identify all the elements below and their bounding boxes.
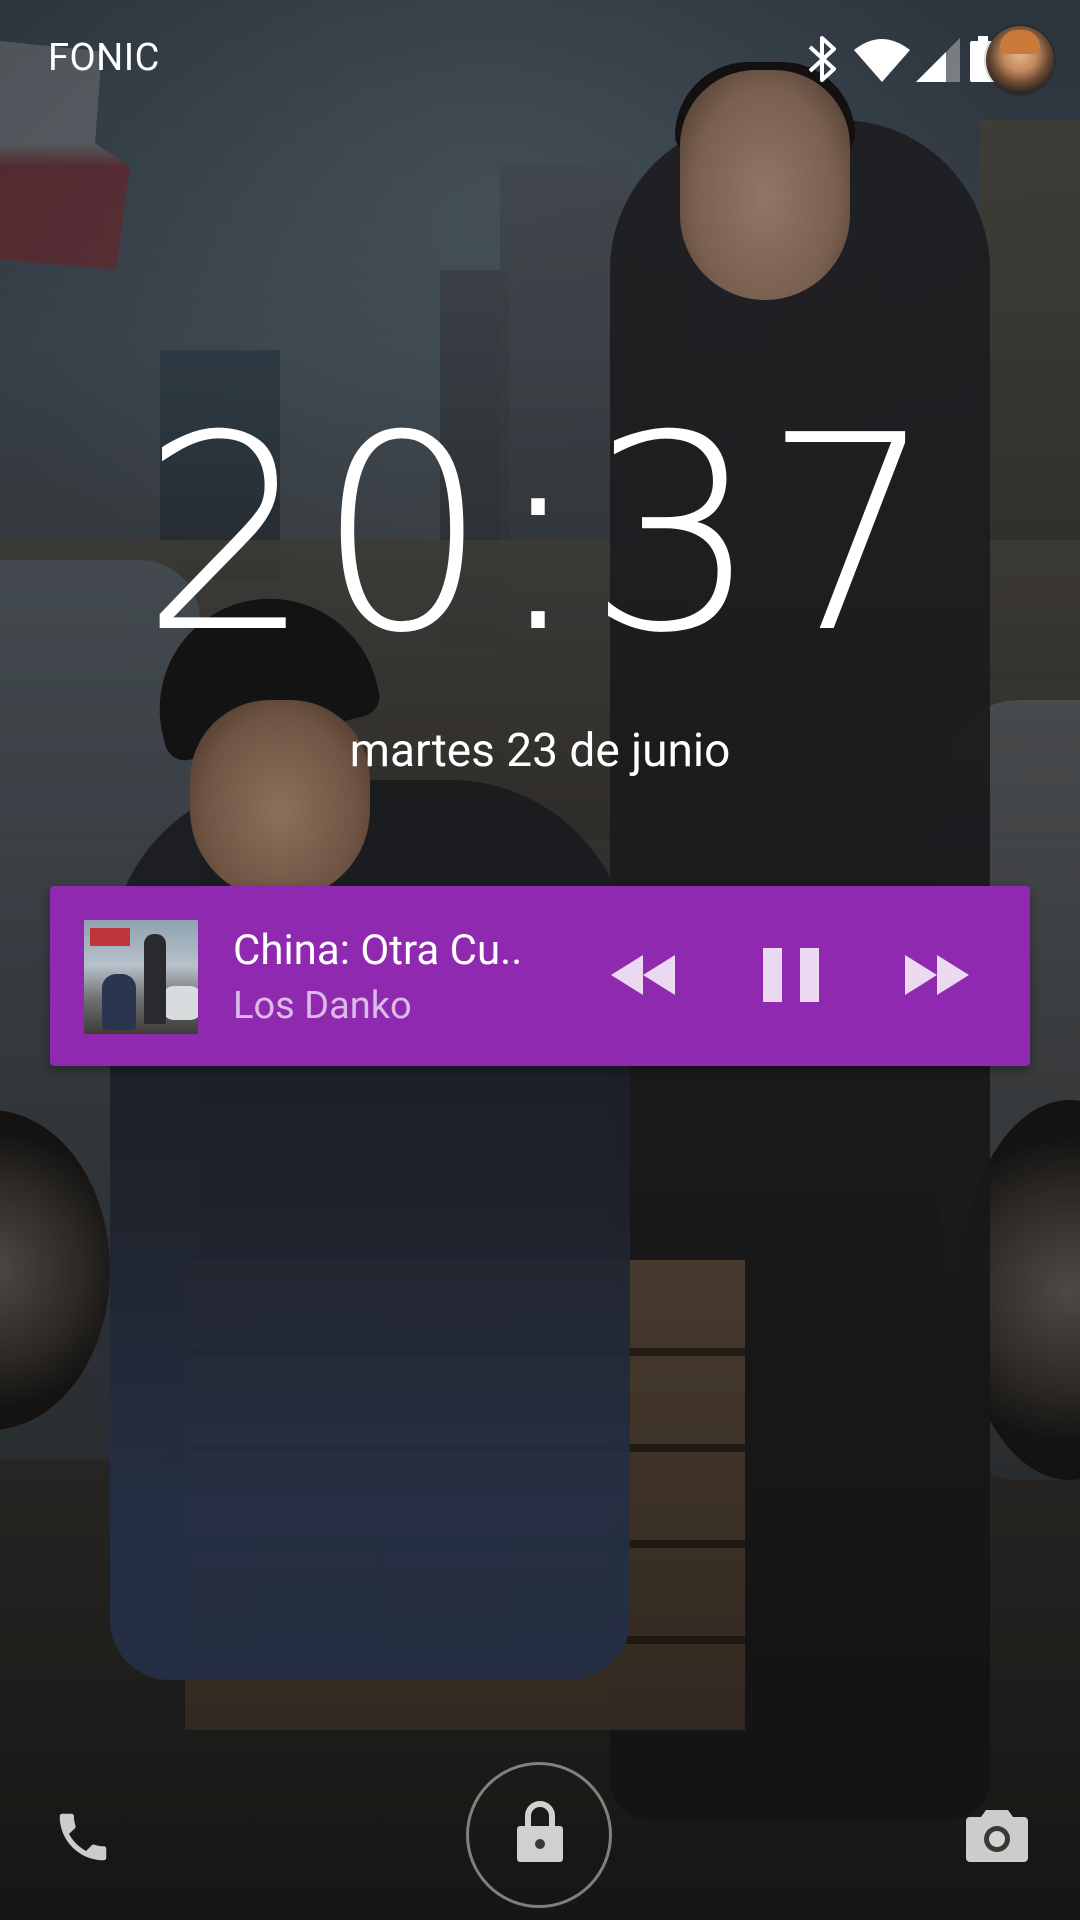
media-notification[interactable]: China: Otra Cu.. Los Danko bbox=[50, 886, 1030, 1066]
rewind-button[interactable] bbox=[598, 930, 688, 1020]
pause-icon bbox=[763, 948, 819, 1002]
pause-button[interactable] bbox=[746, 930, 836, 1020]
bluetooth-icon bbox=[808, 36, 836, 82]
carrier-name: FONIC bbox=[48, 36, 160, 80]
phone-icon[interactable] bbox=[52, 1806, 114, 1868]
track-artist: Los Danko bbox=[233, 984, 412, 1028]
fast-forward-icon bbox=[905, 955, 969, 995]
album-art bbox=[84, 920, 198, 1034]
lockscreen-clock: 20:37 bbox=[140, 377, 940, 692]
wifi-icon bbox=[854, 39, 910, 82]
user-avatar[interactable] bbox=[986, 26, 1054, 94]
lockscreen-date: martes 23 de junio bbox=[349, 724, 731, 778]
cell-signal-icon bbox=[916, 38, 960, 82]
status-bar: FONIC bbox=[0, 0, 1080, 120]
fast-forward-button[interactable] bbox=[892, 930, 982, 1020]
track-title: China: Otra Cu.. bbox=[233, 926, 523, 975]
rewind-icon bbox=[611, 955, 675, 995]
lock-icon bbox=[517, 1801, 563, 1862]
camera-icon[interactable] bbox=[966, 1806, 1028, 1862]
